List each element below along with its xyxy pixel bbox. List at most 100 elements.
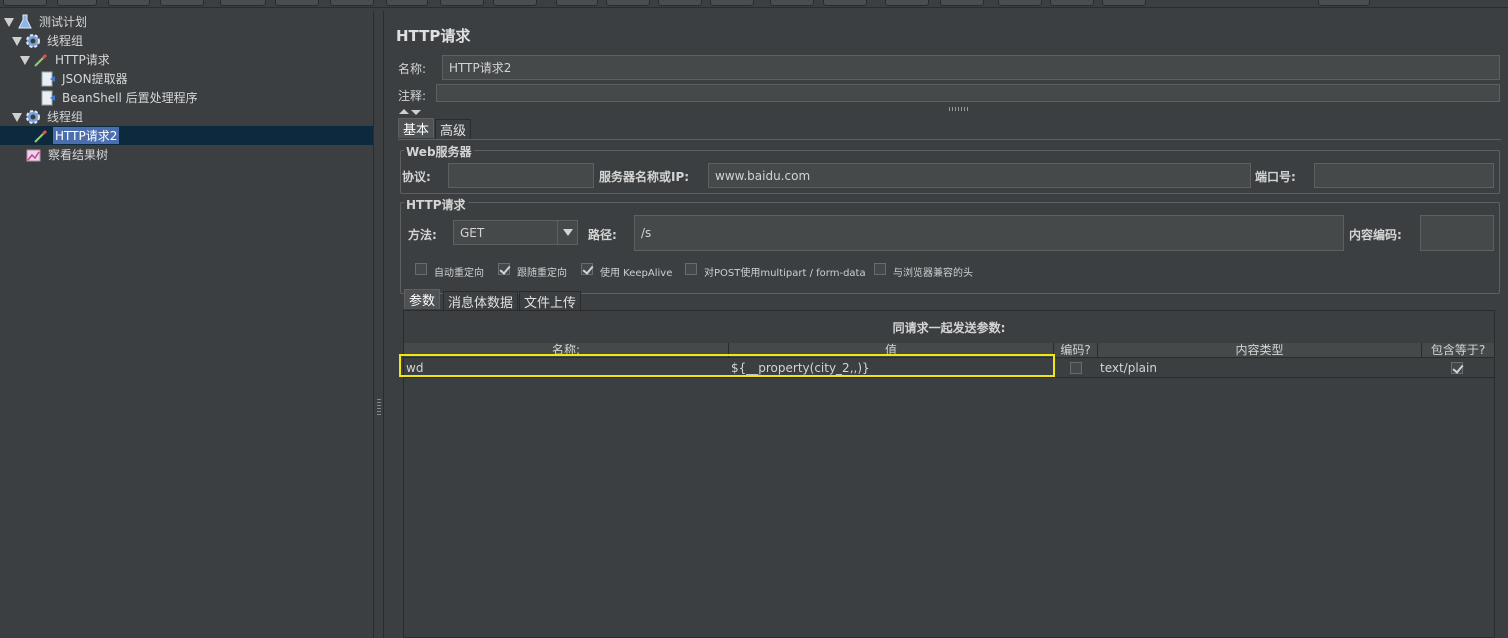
toolbar-button[interactable]: [220, 0, 266, 6]
server-name-label: 服务器名称或IP:: [599, 170, 690, 184]
name-label: 名称:: [398, 62, 427, 76]
tree-item-thread-group-2[interactable]: 线程组: [12, 107, 85, 126]
toolbar-button[interactable]: [606, 0, 650, 6]
tree-item-http-request[interactable]: HTTP请求: [20, 50, 112, 69]
comment-field[interactable]: [436, 84, 1500, 102]
tree-item-label: HTTP请求: [55, 53, 110, 67]
tree-item-thread-group[interactable]: 线程组: [12, 31, 85, 50]
expand-arrow-icon[interactable]: [4, 17, 14, 27]
toolbar-button[interactable]: [330, 0, 374, 6]
toolbar-button[interactable]: [275, 0, 319, 6]
port-label: 端口号:: [1255, 170, 1296, 184]
tree-item-label: JSON提取器: [62, 72, 128, 86]
toolbar-button[interactable]: [1318, 0, 1370, 6]
toolbar-button[interactable]: [658, 0, 702, 6]
keepalive-label: 使用 KeepAlive: [600, 268, 673, 279]
protocol-field[interactable]: [448, 163, 594, 188]
tree-item-label: 线程组: [47, 34, 84, 48]
auto-redirect-checkbox[interactable]: [415, 263, 427, 275]
expand-arrow-icon[interactable]: [12, 36, 22, 46]
method-value: GET: [460, 225, 485, 240]
resize-handle-icon[interactable]: [949, 107, 969, 111]
column-header-content-type[interactable]: 内容类型: [1098, 343, 1422, 358]
tree-item-test-plan[interactable]: 测试计划: [4, 12, 89, 31]
splitter-grip-icon[interactable]: [377, 399, 381, 415]
pipette-icon: [33, 128, 49, 144]
keepalive-checkbox[interactable]: [581, 263, 593, 275]
toolbar-button[interactable]: [440, 0, 484, 6]
server-name-field[interactable]: www.baidu.com: [708, 163, 1251, 188]
gear-icon: [25, 109, 41, 125]
tab-body-data[interactable]: 消息体数据: [443, 291, 519, 311]
toolbar: [0, 0, 1508, 8]
expand-arrow-icon[interactable]: [20, 55, 30, 65]
toolbar-button[interactable]: [386, 0, 428, 6]
http-request-group-title: HTTP请求: [404, 196, 468, 213]
path-field[interactable]: /s: [634, 215, 1344, 251]
highlight-box: [399, 354, 1055, 377]
tree-item-view-results-tree[interactable]: 察看结果树: [26, 145, 110, 164]
method-label: 方法:: [408, 228, 437, 242]
table-caption: 同请求一起发送参数:: [892, 321, 1006, 335]
auto-redirect-label: 自动重定向: [434, 268, 484, 279]
page-title: HTTP请求: [396, 27, 471, 45]
chart-icon: [26, 147, 42, 163]
name-field[interactable]: HTTP请求2: [442, 55, 1500, 80]
follow-redirect-label: 跟随重定向: [517, 268, 567, 279]
toolbar-button[interactable]: [998, 0, 1042, 6]
toolbar-button[interactable]: [556, 0, 598, 6]
tree-item-label: 测试计划: [39, 15, 88, 29]
column-header-encode[interactable]: 编码?: [1054, 343, 1098, 358]
extractor-icon: [40, 71, 56, 87]
tree-item-http-request-2[interactable]: HTTP请求2: [0, 126, 373, 145]
web-server-group-title: Web服务器: [404, 143, 474, 160]
tab-basic[interactable]: 基本: [398, 118, 435, 138]
collapse-toggle-icon[interactable]: [398, 105, 422, 115]
encode-checkbox[interactable]: [1070, 362, 1082, 374]
row-divider: [404, 377, 1494, 378]
multipart-checkbox[interactable]: [685, 263, 697, 275]
toolbar-button[interactable]: [1050, 0, 1094, 6]
toolbar-button[interactable]: [108, 0, 150, 6]
content-type-cell[interactable]: text/plain: [1098, 359, 1422, 377]
tree-item-label: 线程组: [47, 110, 84, 124]
browser-headers-label: 与浏览器兼容的头: [893, 268, 973, 279]
toolbar-button[interactable]: [57, 0, 97, 6]
tree-item-label: BeanShell 后置处理程序: [62, 91, 198, 105]
toolbar-button[interactable]: [493, 0, 537, 6]
column-header-include-equals[interactable]: 包含等于?: [1422, 343, 1494, 358]
chevron-down-icon[interactable]: [557, 221, 577, 244]
port-field[interactable]: [1314, 163, 1494, 188]
toolbar-button[interactable]: [1102, 0, 1146, 6]
follow-redirect-checkbox[interactable]: [498, 263, 510, 275]
toolbar-button[interactable]: [770, 0, 814, 6]
extractor-icon: [40, 90, 56, 106]
flask-icon: [17, 14, 33, 30]
protocol-label: 协议:: [402, 170, 431, 184]
toolbar-button[interactable]: [940, 0, 984, 6]
panel-splitter[interactable]: [373, 11, 384, 638]
multipart-label: 对POST使用multipart / form-data: [704, 268, 866, 279]
tree-item-json-extractor[interactable]: JSON提取器: [40, 69, 130, 88]
path-label: 路径:: [588, 228, 617, 242]
tree-item-beanshell-postprocessor[interactable]: BeanShell 后置处理程序: [40, 88, 200, 107]
comment-label: 注释:: [398, 89, 427, 103]
content-encoding-field[interactable]: [1420, 215, 1494, 251]
toolbar-button[interactable]: [3, 0, 47, 6]
include-equals-checkbox[interactable]: [1451, 362, 1463, 374]
browser-headers-checkbox[interactable]: [874, 263, 886, 275]
tab-parameters[interactable]: 参数: [404, 289, 441, 309]
toolbar-button[interactable]: [823, 0, 867, 6]
tab-files-upload[interactable]: 文件上传: [519, 291, 582, 311]
toolbar-button[interactable]: [160, 0, 204, 6]
test-plan-tree: 测试计划 线程组 HTTP请求 JSON提取器 BeanShell 后置处理程序: [0, 11, 373, 638]
http-request-panel: HTTP请求 名称: HTTP请求2 注释: 基本 高级 Web服务器 协议: …: [385, 11, 1508, 638]
toolbar-button[interactable]: [710, 0, 754, 6]
gear-icon: [25, 33, 41, 49]
toolbar-button[interactable]: [885, 0, 929, 6]
tree-item-label: 察看结果树: [48, 148, 109, 162]
method-select[interactable]: GET: [453, 220, 578, 245]
expand-arrow-icon[interactable]: [12, 112, 22, 122]
pipette-icon: [33, 52, 49, 68]
tab-advanced[interactable]: 高级: [435, 119, 472, 139]
